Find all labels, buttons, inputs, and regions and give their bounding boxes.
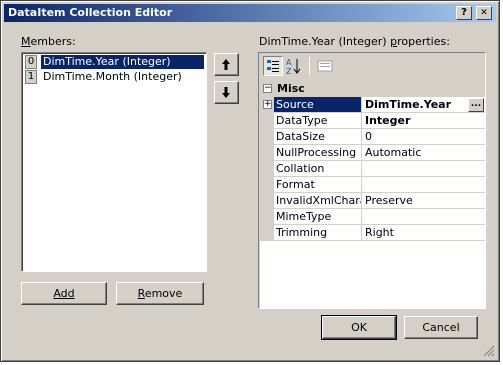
members-label-mnemonic: M: [21, 35, 31, 48]
property-name: DataSize: [274, 129, 362, 145]
property-row-collation[interactable]: Collation: [260, 161, 485, 177]
property-value[interactable]: [362, 209, 485, 225]
category-row-misc[interactable]: − Misc: [260, 81, 485, 97]
property-value-text: DimTime.Year: [365, 98, 452, 111]
list-item-index: 0: [25, 55, 37, 69]
svg-text:Z: Z: [286, 67, 292, 76]
property-value[interactable]: [362, 161, 485, 177]
property-name: Trimming: [274, 225, 362, 241]
move-down-button[interactable]: [214, 81, 239, 104]
property-pages-icon: [317, 60, 333, 72]
list-item[interactable]: 0 DimTime.Year (Integer): [24, 55, 206, 69]
property-row-invalidxmlcharacters[interactable]: InvalidXmlCharact Preserve: [260, 193, 485, 209]
categorized-button[interactable]: [263, 56, 283, 76]
row-margin: [260, 113, 274, 129]
title-bar[interactable]: DataItem Collection Editor ? ✕: [4, 4, 496, 22]
list-item[interactable]: 1 DimTime.Month (Integer): [24, 70, 206, 84]
property-name: MimeType: [274, 209, 362, 225]
property-name: Collation: [274, 161, 362, 177]
row-margin: [260, 177, 274, 193]
ellipsis-button[interactable]: ...: [468, 98, 484, 112]
property-value[interactable]: Integer: [362, 113, 485, 129]
members-label: Members:: [21, 35, 76, 48]
help-button[interactable]: ?: [456, 6, 472, 20]
remove-label-text: emove: [144, 287, 183, 300]
ok-button[interactable]: OK: [321, 315, 397, 340]
property-name: NullProcessing: [274, 145, 362, 161]
property-row-datatype[interactable]: DataType Integer: [260, 113, 485, 129]
close-button[interactable]: ✕: [476, 6, 492, 20]
remove-mnemonic: R: [137, 287, 145, 300]
property-name: DataType: [274, 113, 362, 129]
property-row-trimming[interactable]: Trimming Right: [260, 225, 485, 241]
row-margin: [260, 145, 274, 161]
property-row-format[interactable]: Format: [260, 177, 485, 193]
window-title: DataItem Collection Editor: [8, 6, 173, 19]
remove-button-label: Remove: [138, 287, 183, 300]
properties-label-text: DimTime.Year (Integer): [259, 35, 391, 48]
dialog-window: DataItem Collection Editor ? ✕ Members: …: [0, 0, 500, 362]
add-button[interactable]: Add: [21, 282, 107, 305]
row-margin: +: [260, 97, 274, 113]
property-name: Format: [274, 177, 362, 193]
property-value[interactable]: Preserve: [362, 193, 485, 209]
list-item-label: DimTime.Month (Integer): [43, 70, 182, 83]
property-value[interactable]: DimTime.Year ...: [362, 97, 485, 113]
svg-text:A: A: [286, 58, 292, 67]
properties-label-tail: roperties:: [397, 35, 450, 48]
category-label: Misc: [277, 82, 305, 95]
up-arrow-icon: [222, 59, 230, 70]
alphabetical-button[interactable]: A Z: [284, 56, 304, 76]
add-button-label: Add: [53, 287, 75, 300]
property-row-nullprocessing[interactable]: NullProcessing Automatic: [260, 145, 485, 161]
property-name: InvalidXmlCharact: [274, 193, 362, 209]
row-margin: [260, 161, 274, 177]
property-value[interactable]: 0: [362, 129, 485, 145]
cancel-button[interactable]: Cancel: [404, 316, 478, 339]
list-item-label: DimTime.Year (Integer): [41, 55, 204, 69]
property-value[interactable]: [362, 177, 485, 193]
property-name: Source: [274, 97, 362, 113]
row-margin: [260, 129, 274, 145]
members-label-text: embers:: [30, 35, 76, 48]
row-margin: [260, 225, 274, 241]
expand-icon[interactable]: +: [263, 100, 272, 109]
property-grid-toolbar: A Z: [260, 54, 484, 78]
property-grid[interactable]: A Z − Misc + Source DimTime.Year ... Dat…: [258, 52, 486, 309]
property-grid-body: − Misc + Source DimTime.Year ... DataTyp…: [260, 81, 485, 308]
property-row-mimetype[interactable]: MimeType: [260, 209, 485, 225]
move-up-button[interactable]: [214, 53, 239, 76]
down-arrow-icon: [222, 87, 230, 98]
list-item-index: 1: [25, 70, 37, 84]
collapse-icon[interactable]: −: [263, 84, 272, 93]
resize-grip-icon[interactable]: [483, 345, 495, 357]
alphabetical-icon: A Z: [286, 58, 301, 76]
property-value[interactable]: Right: [362, 225, 485, 241]
row-margin: [260, 209, 274, 225]
property-value[interactable]: Automatic: [362, 145, 485, 161]
toolbar-separator: [309, 57, 310, 75]
property-row-datasize[interactable]: DataSize 0: [260, 129, 485, 145]
property-row-source[interactable]: + Source DimTime.Year ...: [260, 97, 485, 113]
row-margin: [260, 193, 274, 209]
remove-button[interactable]: Remove: [116, 282, 204, 305]
properties-label: DimTime.Year (Integer) properties:: [259, 35, 450, 48]
property-pages-button[interactable]: [315, 56, 335, 76]
categorized-icon: [267, 60, 279, 72]
members-list[interactable]: 0 DimTime.Year (Integer) 1 DimTime.Month…: [21, 52, 207, 272]
